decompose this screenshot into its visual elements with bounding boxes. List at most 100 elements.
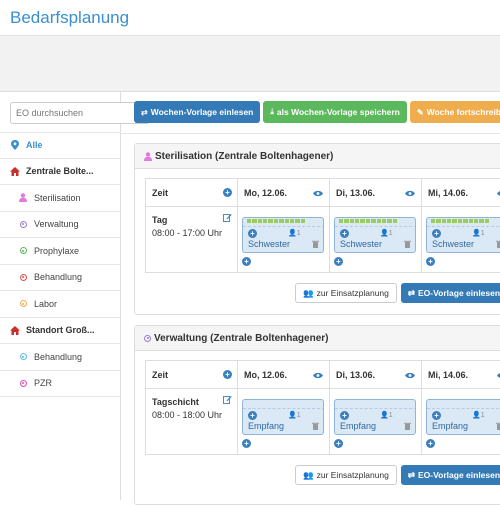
card-label: Schwester: [340, 239, 383, 249]
circle-dot-icon: [18, 246, 28, 256]
panel-header: Verwaltung (Zentrale Boltenhagener): [135, 326, 500, 351]
search-input[interactable]: [10, 102, 138, 124]
continue-week-button[interactable]: ✎ Woche fortschreiben: [409, 101, 500, 123]
eye-icon[interactable]: [405, 371, 415, 381]
save-week-template-button[interactable]: ⤓ als Wochen-Vorlage speichern: [263, 101, 407, 123]
staff-card[interactable]: + 👤1 Schwester: [334, 217, 416, 253]
load-eo-template-button[interactable]: ⇄ EO-Vorlage einlesen: [400, 465, 500, 485]
circle-dot-icon: [144, 334, 151, 342]
button-label: Woche fortschreiben: [426, 107, 500, 117]
trash-icon[interactable]: [312, 422, 319, 433]
button-label: zur Einsatzplanung: [316, 288, 389, 298]
sidebar-item-zentrale[interactable]: Zentrale Bolte...: [0, 159, 121, 185]
card-label: Empfang: [340, 421, 377, 431]
add-card-icon[interactable]: +: [334, 257, 343, 266]
add-icon[interactable]: +: [340, 411, 349, 420]
sidebar: Alle Zentrale Bolte... Sterilisation Ver…: [0, 92, 150, 500]
add-shift-icon[interactable]: +: [223, 370, 232, 379]
add-icon[interactable]: +: [432, 229, 441, 238]
trash-icon[interactable]: [312, 240, 319, 251]
staff-count: 👤1: [288, 412, 301, 419]
edit-icon[interactable]: [223, 395, 232, 407]
eye-icon[interactable]: [313, 371, 323, 381]
circle-dot-icon: [18, 378, 28, 388]
shift-cell: Tag 08:00 - 17:00 Uhr: [146, 207, 238, 272]
add-icon[interactable]: +: [248, 229, 257, 238]
edit-icon[interactable]: [223, 213, 232, 225]
staff-card[interactable]: + 👤1 Schwester: [426, 217, 500, 253]
add-icon[interactable]: +: [340, 229, 349, 238]
sidebar-item-labor[interactable]: Labor: [0, 291, 121, 318]
count-value: 1: [296, 412, 301, 419]
eye-icon[interactable]: [313, 189, 323, 199]
add-card-icon[interactable]: +: [426, 257, 435, 266]
timeline-ruler: [335, 405, 415, 409]
sidebar-item-prophylaxe[interactable]: Prophylaxe: [0, 238, 121, 265]
schedule-grid: Zeit + Mo, 12.06. Di, 13.06. Mi, 14.06. T…: [145, 178, 500, 273]
download-icon: ⤓: [270, 107, 274, 116]
grid-header-row: Zeit + Mo, 12.06. Di, 13.06. Mi, 14.06.: [146, 361, 500, 389]
button-label: EO-Vorlage einlesen: [418, 470, 500, 480]
staff-card[interactable]: + 👤1 Empfang: [426, 399, 500, 435]
timeline-ruler: [427, 405, 500, 409]
to-planning-button[interactable]: 👥 zur Einsatzplanung: [295, 465, 397, 485]
staff-card[interactable]: + 👤1 Empfang: [334, 399, 416, 435]
grid-header-row: Zeit + Mo, 12.06. Di, 13.06. Mi, 14.06.: [146, 179, 500, 207]
add-card-icon[interactable]: +: [242, 439, 251, 448]
button-label: EO-Vorlage einlesen: [418, 288, 500, 298]
card-label: Empfang: [248, 421, 285, 431]
user-icon: [18, 193, 28, 203]
sidebar-item-verwaltung[interactable]: Verwaltung: [0, 212, 121, 238]
sidebar-item-behandlung-2[interactable]: Behandlung: [0, 344, 121, 371]
day-column-header: Mo, 12.06.: [238, 361, 330, 388]
sidebar-item-behandlung[interactable]: Behandlung: [0, 265, 121, 291]
sidebar-item-pzr[interactable]: PZR: [0, 371, 121, 397]
panel-header: Sterilisation (Zentrale Boltenhagener): [135, 144, 500, 169]
shift-row: Tagschicht 08:00 - 18:00 Uhr + 👤1 Empfan…: [146, 389, 500, 455]
count-value: 1: [388, 412, 393, 419]
day-column-header: Di, 13.06.: [330, 179, 422, 206]
toolbar: ⇄ Wochen-Vorlage einlesen ⤓ als Wochen-V…: [134, 101, 500, 123]
staff-count: 👤1: [472, 412, 485, 419]
trash-icon[interactable]: [404, 240, 411, 251]
trash-icon[interactable]: [496, 240, 500, 251]
add-card-icon[interactable]: +: [426, 439, 435, 448]
day-label: Di, 13.06.: [336, 187, 376, 198]
staff-card[interactable]: + 👤1 Empfang: [242, 399, 324, 435]
load-week-template-button[interactable]: ⇄ Wochen-Vorlage einlesen: [134, 101, 261, 123]
add-icon[interactable]: +: [432, 411, 441, 420]
top-band: [0, 36, 500, 92]
sidebar-item-alle[interactable]: Alle: [0, 132, 121, 159]
users-icon: 👥: [303, 287, 314, 298]
shift-time: 08:00 - 18:00 Uhr: [152, 410, 223, 420]
button-label: Wochen-Vorlage einlesen: [150, 107, 254, 117]
sidebar-item-standort[interactable]: Standort Groß...: [0, 318, 121, 344]
trash-icon[interactable]: [496, 422, 500, 433]
home-icon: [10, 166, 20, 176]
sidebar-item-sterilisation[interactable]: Sterilisation: [0, 185, 121, 212]
divider: [121, 133, 500, 134]
day-cell: + 👤1 Empfang +: [330, 389, 422, 454]
add-card-icon[interactable]: +: [242, 257, 251, 266]
count-value: 1: [480, 230, 485, 237]
day-column-header: Mo, 12.06.: [238, 179, 330, 206]
eye-icon[interactable]: [405, 189, 415, 199]
add-card-icon[interactable]: +: [334, 439, 343, 448]
sidebar-item-label: Labor: [34, 298, 58, 309]
add-icon[interactable]: +: [248, 411, 257, 420]
load-eo-template-button[interactable]: ⇄ EO-Vorlage einlesen: [400, 283, 500, 303]
add-shift-icon[interactable]: +: [223, 188, 232, 197]
panel-actions: 👥 zur Einsatzplanung ⇄ EO-Vorlage einlesen: [295, 283, 500, 303]
staff-card[interactable]: + 👤1 Schwester: [242, 217, 324, 253]
day-cell: + 👤1 Schwester +: [422, 207, 500, 272]
map-marker-icon: [10, 140, 20, 151]
to-planning-button[interactable]: 👥 zur Einsatzplanung: [295, 283, 397, 303]
sidebar-item-label: Zentrale Bolte...: [26, 166, 94, 177]
staff-count: 👤1: [472, 230, 485, 237]
circle-dot-icon: [18, 219, 28, 229]
shift-name: Tagschicht: [152, 397, 199, 407]
refresh-icon: ⇄: [407, 287, 416, 298]
trash-icon[interactable]: [404, 422, 411, 433]
day-column-header: Mi, 14.06.: [422, 361, 500, 388]
home-icon: [10, 325, 20, 335]
